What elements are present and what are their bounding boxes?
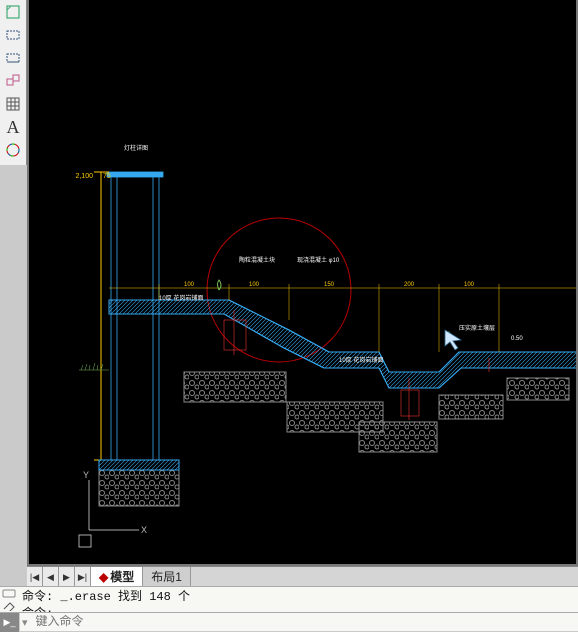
label-0.50: 0.50 bbox=[511, 336, 523, 342]
ucs-x-label: X bbox=[141, 525, 147, 535]
svg-text:200: 200 bbox=[404, 282, 415, 288]
left-toolbar: A bbox=[0, 0, 27, 165]
svg-text:100: 100 bbox=[464, 282, 475, 288]
tab-first-button[interactable]: |◀ bbox=[27, 567, 43, 587]
toolbar-text-icon[interactable]: A bbox=[3, 117, 23, 137]
tab-bar: |◀ ◀ ▶ ▶| ◆模型 布局1 bbox=[27, 566, 578, 586]
command-input[interactable] bbox=[30, 615, 578, 629]
tab-next-button[interactable]: ▶ bbox=[59, 567, 75, 587]
top-title: 灯柱详图 bbox=[124, 144, 148, 152]
tab-nav: |◀ ◀ ▶ ▶| bbox=[27, 567, 91, 586]
command-prompt-icon[interactable]: ▶_ bbox=[0, 613, 20, 632]
callout-1: 陶粒混凝土块 bbox=[239, 256, 275, 264]
dim-label2: 10厚 花岗岩铺面 bbox=[339, 356, 383, 364]
toolbar-trim-icon[interactable] bbox=[3, 25, 23, 45]
ucs-y-label: Y bbox=[83, 470, 89, 480]
toolbar-color-icon[interactable] bbox=[3, 140, 23, 160]
dim-label1: 10厚 花岗岩铺面 bbox=[159, 294, 203, 302]
tabs-container: ◆模型 布局1 bbox=[91, 567, 191, 586]
tab-last-button[interactable]: ▶| bbox=[75, 567, 91, 587]
chat-icon bbox=[2, 589, 16, 599]
svg-text:100: 100 bbox=[184, 282, 195, 288]
cad-drawing: 2,100 75 灯柱详图 陶粒混凝土块 现浇混凝土 φ10 bbox=[29, 0, 578, 566]
command-history: 命令: _.erase 找到 148 个 命令: bbox=[0, 586, 578, 612]
svg-text:150: 150 bbox=[324, 282, 335, 288]
toolbar-table-icon[interactable] bbox=[3, 94, 23, 114]
cmdhist-icons bbox=[2, 588, 18, 612]
command-history-line1: 命令: _.erase 找到 148 个 bbox=[22, 587, 578, 604]
tab-layout1[interactable]: 布局1 bbox=[143, 567, 191, 587]
cmd-dropdown-icon[interactable]: ▾ bbox=[20, 616, 30, 629]
tab-model[interactable]: ◆模型 bbox=[91, 567, 143, 587]
drawing-viewport[interactable]: 2,100 75 灯柱详图 陶粒混凝土块 现浇混凝土 φ10 bbox=[27, 0, 578, 566]
tab-prev-button[interactable]: ◀ bbox=[43, 567, 59, 587]
dim-2100: 2,100 bbox=[75, 173, 93, 180]
svg-text:100: 100 bbox=[249, 282, 260, 288]
command-line: ▶_ ▾ bbox=[0, 612, 578, 631]
toolbar-assoc-icon[interactable] bbox=[3, 71, 23, 91]
dim-75: 75 bbox=[103, 173, 111, 180]
callout-2: 现浇混凝土 φ10 bbox=[297, 256, 340, 264]
label-right-note: 压实原土壤层 bbox=[459, 324, 495, 332]
wrench-icon[interactable] bbox=[2, 601, 16, 611]
toolbar-trim2-icon[interactable] bbox=[3, 48, 23, 68]
toolbar-save-icon[interactable] bbox=[3, 2, 23, 22]
